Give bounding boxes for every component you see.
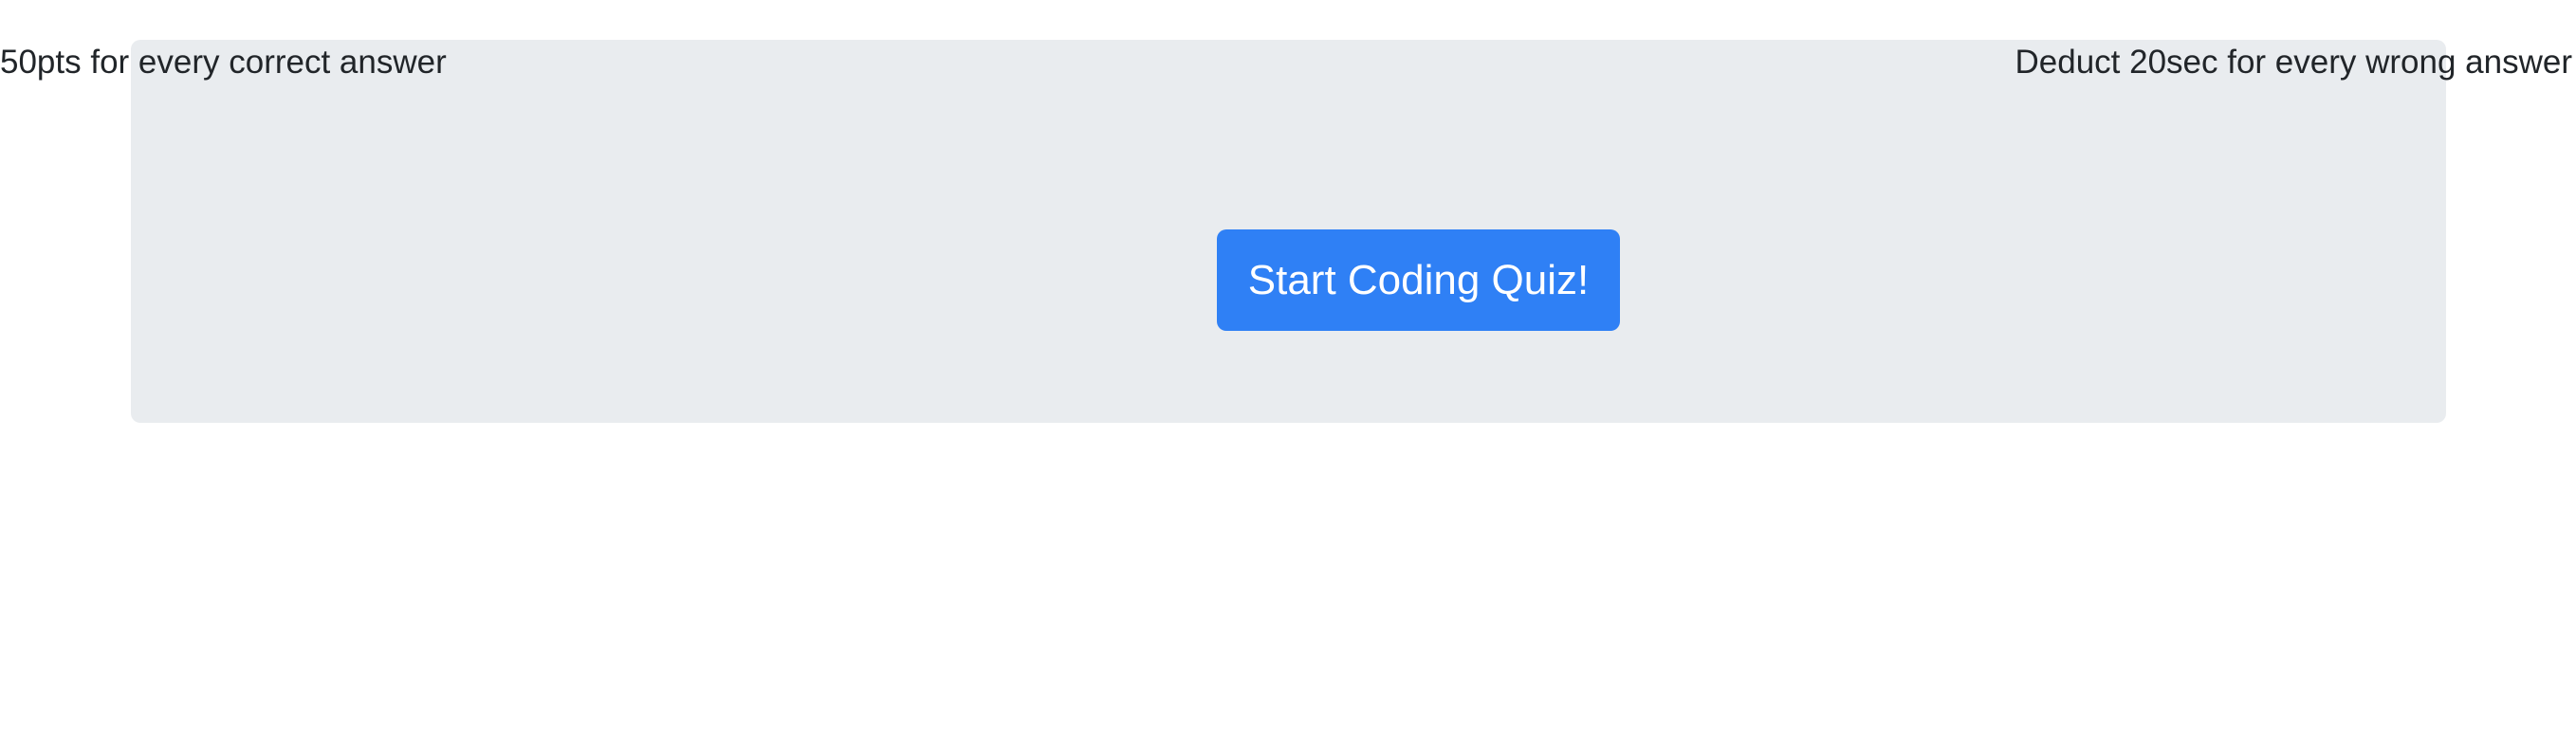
wrong-answer-rule: Deduct 20sec for every wrong answer [2015, 44, 2573, 81]
correct-answer-rule: 50pts for every correct answer [0, 44, 447, 81]
start-quiz-button[interactable]: Start Coding Quiz! [1217, 229, 1620, 331]
quiz-start-page: Start Coding Quiz! 50pts for every corre… [0, 0, 2576, 730]
intro-panel: Start Coding Quiz! [131, 40, 2446, 423]
